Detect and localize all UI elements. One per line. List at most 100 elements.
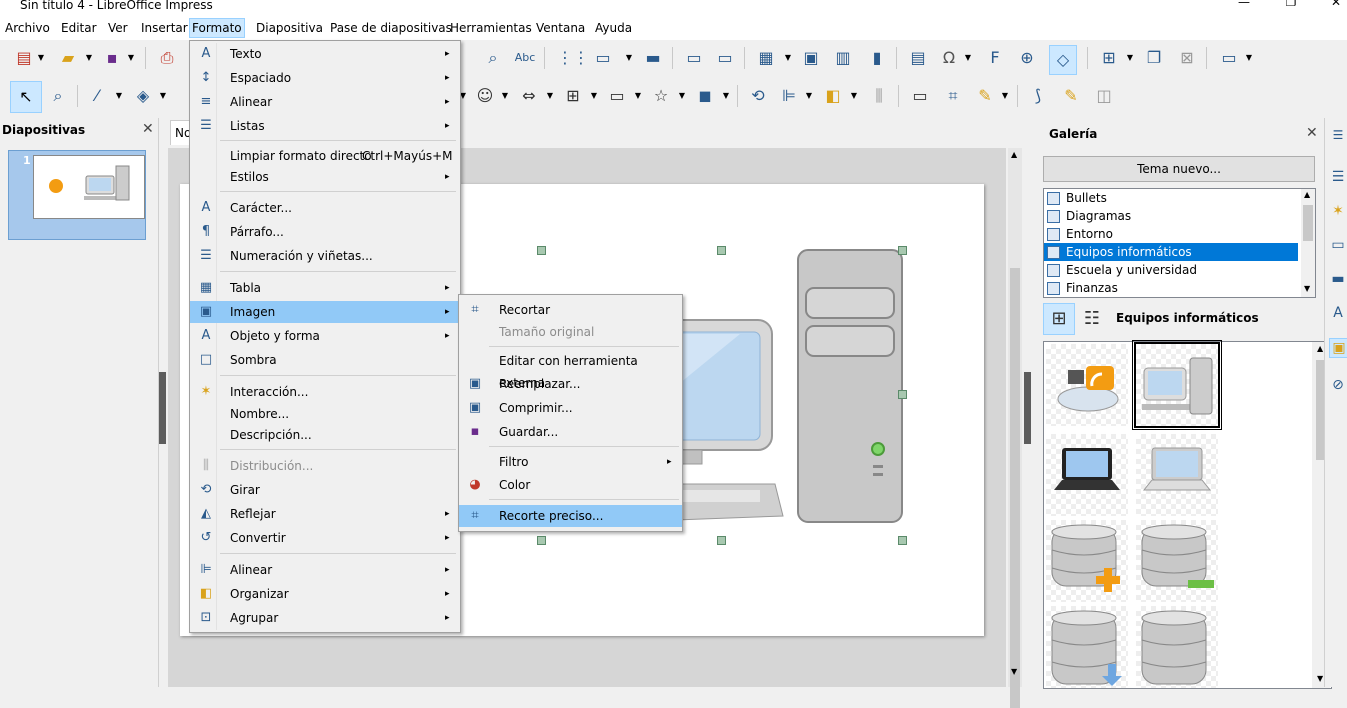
menu-item-descripcion[interactable]: Descripción...: [190, 424, 460, 446]
save-icon[interactable]: ▪: [101, 47, 123, 69]
menu-insertar[interactable]: Insertar: [139, 19, 190, 37]
spellcheck-icon[interactable]: Abc: [514, 47, 536, 69]
scroll-down-arrow-icon[interactable]: ▼: [1011, 667, 1017, 676]
slide-transition-icon[interactable]: ▭: [1329, 236, 1347, 254]
animation-icon[interactable]: ✶: [1329, 202, 1347, 220]
start-current-slide-icon[interactable]: ▭: [714, 47, 736, 69]
menu-item-convertir[interactable]: ↺ Convertir ▸: [190, 527, 460, 549]
menu-item-limpiar-formato[interactable]: Limpiar formato directo Ctrl+Mayús+M: [190, 145, 460, 167]
zoom-icon[interactable]: ⌕: [47, 85, 69, 107]
flowchart-dropdown-arrow[interactable]: ▼: [589, 85, 599, 107]
gallery-item-database[interactable]: [1136, 606, 1218, 688]
theme-item[interactable]: Diagramas: [1044, 207, 1298, 225]
menu-item-reflejar[interactable]: ◭ Reflejar ▸: [190, 503, 460, 525]
menu-item-agrupar[interactable]: ⊡ Agrupar ▸: [190, 607, 460, 629]
theme-list-scrollbar[interactable]: ▲ ▼: [1301, 189, 1315, 297]
insert-chart-icon[interactable]: ▮: [866, 47, 888, 69]
line-color-icon[interactable]: ⁄: [86, 85, 108, 107]
collapse-sidebar-grip[interactable]: [1024, 372, 1031, 444]
menu-diapositiva[interactable]: Diapositiva: [254, 19, 325, 37]
special-character-icon[interactable]: Ω: [938, 47, 960, 69]
distribute-icon[interactable]: ⫼: [868, 85, 890, 107]
detailed-view-icon[interactable]: ☷: [1076, 303, 1108, 335]
menu-herramientas[interactable]: Herramientas: [448, 19, 534, 37]
gallery-item-laptop-silver[interactable]: [1136, 434, 1218, 516]
scroll-down-arrow-icon[interactable]: ▼: [1304, 284, 1310, 293]
gallery-item-network-devices[interactable]: [1046, 344, 1128, 426]
close-gallery-icon[interactable]: ✕: [1306, 125, 1318, 141]
icon-view-icon[interactable]: ⊞: [1043, 303, 1075, 335]
maximize-button[interactable]: ❐: [1268, 0, 1314, 8]
show-draw-functions-icon[interactable]: ◇: [1049, 45, 1077, 75]
theme-item[interactable]: Finanzas: [1044, 279, 1298, 297]
menu-item-sombra[interactable]: □ Sombra: [190, 349, 460, 371]
filter-icon[interactable]: ✎: [974, 85, 996, 107]
scroll-up-arrow-icon[interactable]: ▲: [1011, 150, 1017, 159]
navigator-icon[interactable]: ⊘: [1329, 376, 1347, 394]
properties-icon[interactable]: ☰: [1329, 168, 1347, 186]
slide-thumbnail[interactable]: 1: [8, 150, 146, 240]
menu-item-alinear-objetos[interactable]: ⊫ Alinear ▸: [190, 559, 460, 581]
theme-list[interactable]: Bullets Diagramas Entorno Equipos inform…: [1043, 188, 1316, 298]
menu-archivo[interactable]: Archivo: [3, 19, 52, 37]
master-slide-icon[interactable]: ▬: [642, 47, 664, 69]
scroll-thumb[interactable]: [1010, 268, 1020, 708]
sidebar-menu-icon[interactable]: ☰: [1329, 126, 1347, 144]
3d-dropdown-arrow[interactable]: ▼: [721, 85, 731, 107]
theme-item[interactable]: Bullets: [1044, 189, 1298, 207]
gallery-item-desktop-computer[interactable]: [1132, 340, 1222, 430]
fill-color-icon[interactable]: ◈: [132, 85, 154, 107]
scroll-down-arrow-icon[interactable]: ▼: [1317, 674, 1323, 683]
menu-item-numeracion[interactable]: ☰ Numeración y viñetas...: [190, 245, 460, 267]
save-dropdown-arrow[interactable]: ▼: [126, 47, 136, 69]
export-pdf-icon[interactable]: ⎙: [156, 47, 178, 69]
hyperlink-icon[interactable]: ⊕: [1016, 47, 1038, 69]
menu-ver[interactable]: Ver: [106, 19, 130, 37]
open-folder-icon[interactable]: ▰: [57, 47, 79, 69]
close-window-button[interactable]: ✕: [1313, 0, 1347, 8]
new-slide-dropdown-arrow[interactable]: ▼: [1125, 47, 1135, 69]
insert-media-icon[interactable]: ▥: [832, 47, 854, 69]
minimize-button[interactable]: —: [1221, 0, 1267, 8]
menu-item-editar-externa[interactable]: Editar con herramienta externa: [459, 350, 682, 390]
scroll-thumb[interactable]: [1303, 205, 1313, 241]
layout-dropdown-arrow[interactable]: ▼: [1244, 47, 1254, 69]
menu-item-alinear-texto[interactable]: ≡ Alinear ▸: [190, 91, 460, 113]
theme-item-selected[interactable]: Equipos informáticos: [1044, 243, 1298, 261]
insert-table-icon[interactable]: ▦: [755, 47, 777, 69]
align-objects-icon[interactable]: ⊫: [778, 85, 800, 107]
gallery-item-database-remove[interactable]: [1136, 520, 1218, 602]
menu-item-texto[interactable]: A Texto ▸: [190, 43, 460, 65]
menu-item-nombre[interactable]: Nombre...: [190, 403, 460, 425]
menu-item-objeto-forma[interactable]: A Objeto y forma ▸: [190, 325, 460, 347]
menu-ventana[interactable]: Ventana: [534, 19, 587, 37]
menu-item-comprimir[interactable]: ▣ Comprimir...: [459, 397, 682, 419]
start-first-slide-icon[interactable]: ▭: [683, 47, 705, 69]
duplicate-slide-icon[interactable]: ❐: [1143, 47, 1165, 69]
theme-item[interactable]: Escuela y universidad: [1044, 261, 1298, 279]
selection-handle[interactable]: [898, 390, 907, 399]
rotate-icon[interactable]: ⟲: [747, 85, 769, 107]
fill-color-dropdown-arrow[interactable]: ▼: [158, 85, 168, 107]
selection-handle[interactable]: [537, 536, 546, 545]
points-edit-icon[interactable]: ⟆: [1027, 85, 1049, 107]
special-char-dropdown-arrow[interactable]: ▼: [963, 47, 973, 69]
gallery-item-database-download[interactable]: [1046, 606, 1128, 688]
views-dropdown-arrow[interactable]: ▼: [624, 47, 634, 69]
symbol-shapes-icon[interactable]: ☺: [474, 85, 496, 107]
new-slide-icon[interactable]: ⊞: [1098, 47, 1120, 69]
star-shapes-icon[interactable]: ☆: [650, 85, 672, 107]
filter-dropdown-arrow[interactable]: ▼: [1000, 85, 1010, 107]
menu-item-girar[interactable]: ⟲ Girar: [190, 479, 460, 501]
selection-handle[interactable]: [898, 536, 907, 545]
new-dropdown-arrow[interactable]: ▼: [36, 47, 46, 69]
scroll-up-arrow-icon[interactable]: ▲: [1304, 190, 1310, 199]
symbol-dropdown-arrow[interactable]: ▼: [500, 85, 510, 107]
selection-handle[interactable]: [717, 536, 726, 545]
delete-slide-icon[interactable]: ⊠: [1176, 47, 1198, 69]
menu-item-reemplazar[interactable]: ▣ Reemplazar...: [459, 373, 682, 395]
menu-editar[interactable]: Editar: [59, 19, 99, 37]
flowchart-icon[interactable]: ⊞: [562, 85, 584, 107]
collapse-slides-pane-grip[interactable]: [159, 372, 166, 444]
menu-item-estilos[interactable]: Estilos ▸: [190, 166, 460, 188]
